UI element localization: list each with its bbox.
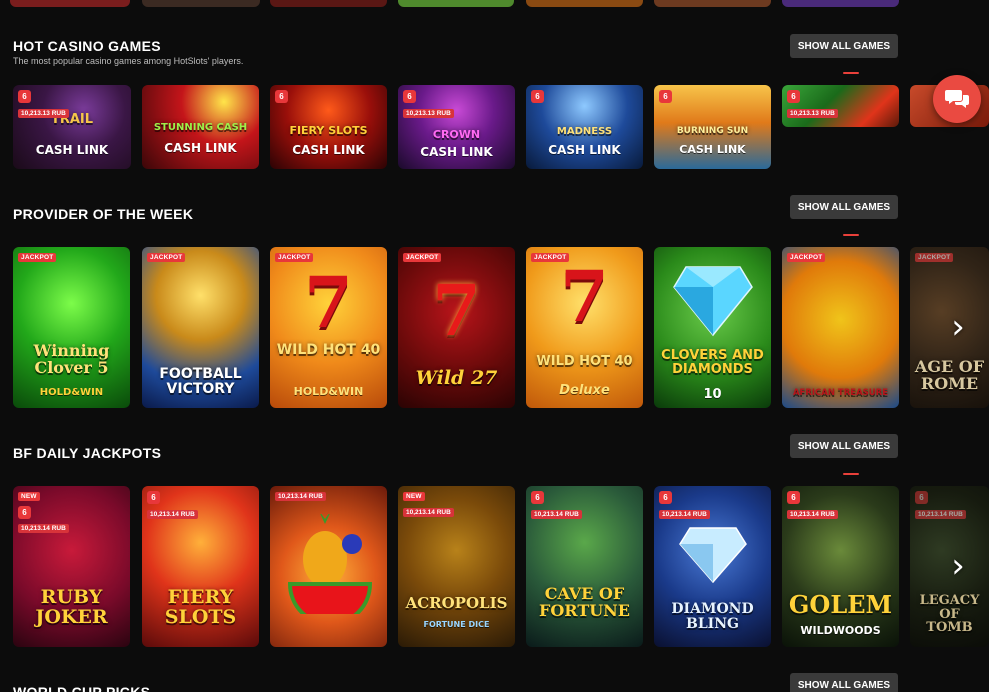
seven-icon: 7 (432, 269, 481, 352)
game-card[interactable]: JACKPOT 7 WILD HOT 40 Deluxe (526, 247, 643, 408)
previous-row-strip (0, 0, 989, 8)
jackpot-amount: 10,213.14 RUB (403, 508, 454, 517)
fire-icon: 6 (659, 90, 672, 103)
jackpot-amount: 10,213.14 RUB (915, 510, 966, 519)
game-card[interactable]: 6 10,213.14 RUB GOLEM WILDWOODS (782, 486, 899, 647)
diamond-icon (679, 527, 747, 584)
game-card[interactable]: 6 10,213.13 RUB (782, 85, 899, 127)
section-title: HOT CASINO GAMES (13, 38, 161, 54)
section-title: WORLD CUP PICKS (13, 684, 151, 692)
game-row: TRAIL CASH LINK 6 10,213.13 RUB STUNNING… (0, 85, 989, 169)
game-card[interactable]: 6 BURNING SUN CASH LINK (654, 85, 771, 169)
fire-icon: 6 (915, 491, 928, 504)
carousel-indicator (843, 72, 859, 74)
game-card[interactable]: TRAIL CASH LINK 6 10,213.13 RUB (13, 85, 131, 169)
game-card[interactable]: 6 FIERY SLOTS CASH LINK (270, 85, 387, 169)
show-all-games-button[interactable]: SHOW ALL GAMES (790, 195, 898, 219)
seven-icon: 7 (304, 261, 353, 344)
fire-icon: 6 (147, 491, 160, 504)
section-title: BF DAILY JACKPOTS (13, 445, 162, 461)
fire-icon: 6 (18, 90, 31, 103)
chat-icon (945, 90, 969, 108)
carousel-indicator (843, 234, 859, 236)
fire-icon: 6 (531, 90, 544, 103)
game-card[interactable]: 10,213.14 RUB (270, 486, 387, 647)
fire-icon: 6 (403, 90, 416, 103)
diamond-icon (673, 266, 753, 337)
section-subtitle: The most popular casino games among HotS… (13, 56, 244, 66)
carousel-indicator (843, 473, 859, 475)
jackpot-amount: 10,213.14 RUB (18, 524, 69, 533)
game-card[interactable]: NEW 6 10,213.14 RUB RUBY JOKER (13, 486, 130, 647)
jackpot-amount: 10,213.13 RUB (787, 109, 838, 118)
game-card[interactable]: 6 10,213.14 RUB FIERY SLOTS (142, 486, 259, 647)
jackpot-amount: 10,213.14 RUB (147, 510, 198, 519)
show-all-games-button[interactable]: SHOW ALL GAMES (790, 434, 898, 458)
fire-icon: 6 (787, 90, 800, 103)
section-title: PROVIDER OF THE WEEK (13, 206, 194, 222)
jackpot-amount: 10,213.14 RUB (531, 510, 582, 519)
jackpot-badge: JACKPOT (915, 253, 954, 262)
game-card[interactable]: 6 10,213.14 RUB CAVE OF FORTUNE (526, 486, 643, 647)
game-card[interactable]: 6 10,213.14 RUB DIAMOND BLING (654, 486, 771, 647)
jackpot-badge: JACKPOT (18, 253, 57, 262)
jackpot-badge: JACKPOT (787, 253, 826, 262)
game-card[interactable]: JACKPOT AFRICAN TREASURE (782, 247, 899, 408)
fire-icon: 6 (275, 90, 288, 103)
carousel-next-arrow[interactable]: › (948, 546, 968, 586)
jackpot-amount: 10,213.14 RUB (275, 492, 326, 501)
game-card[interactable]: JACKPOT FOOTBALL VICTORY (142, 247, 259, 408)
new-badge: NEW (403, 492, 425, 501)
jackpot-amount: 10,213.14 RUB (787, 510, 838, 519)
jackpot-badge: JACKPOT (147, 253, 186, 262)
jackpot-amount: 10,213.14 RUB (659, 510, 710, 519)
game-card[interactable]: NEW 10,213.14 RUB ACROPOLIS FORTUNE DICE (398, 486, 515, 647)
game-card[interactable]: 6 10,213.13 RUB CROWN CASH LINK (398, 85, 515, 169)
fire-icon: 6 (18, 506, 31, 519)
game-card[interactable]: STUNNING CASH CASH LINK (142, 85, 259, 169)
show-all-games-button[interactable]: SHOW ALL GAMES (790, 673, 898, 692)
game-card[interactable]: JACKPOT 7 WILD HOT 40 HOLD&WIN (270, 247, 387, 408)
carousel-next-arrow[interactable]: › (948, 307, 968, 347)
chat-button[interactable] (933, 75, 981, 123)
new-badge: NEW (18, 492, 40, 501)
game-card[interactable]: JACKPOT Winning Clover 5 HOLD&WIN (13, 247, 130, 408)
jackpot-amount: 10,213.13 RUB (18, 109, 69, 118)
jackpot-badge: JACKPOT (403, 253, 442, 262)
fruit-icon (287, 514, 373, 614)
jackpot-amount: 10,213.13 RUB (403, 109, 454, 118)
fire-icon: 6 (787, 491, 800, 504)
game-row: JACKPOT Winning Clover 5 HOLD&WIN JACKPO… (0, 247, 989, 408)
seven-icon: 7 (560, 255, 609, 338)
game-row: NEW 6 10,213.14 RUB RUBY JOKER 6 10,213.… (0, 486, 989, 647)
fire-icon: 6 (531, 491, 544, 504)
game-card[interactable]: JACKPOT 7 Wild 27 (398, 247, 515, 408)
show-all-games-button[interactable]: SHOW ALL GAMES (790, 34, 898, 58)
game-card[interactable]: CLOVERS AND DIAMONDS 10 (654, 247, 771, 408)
fire-icon: 6 (659, 491, 672, 504)
game-card[interactable]: 6 MADNESS CASH LINK (526, 85, 643, 169)
